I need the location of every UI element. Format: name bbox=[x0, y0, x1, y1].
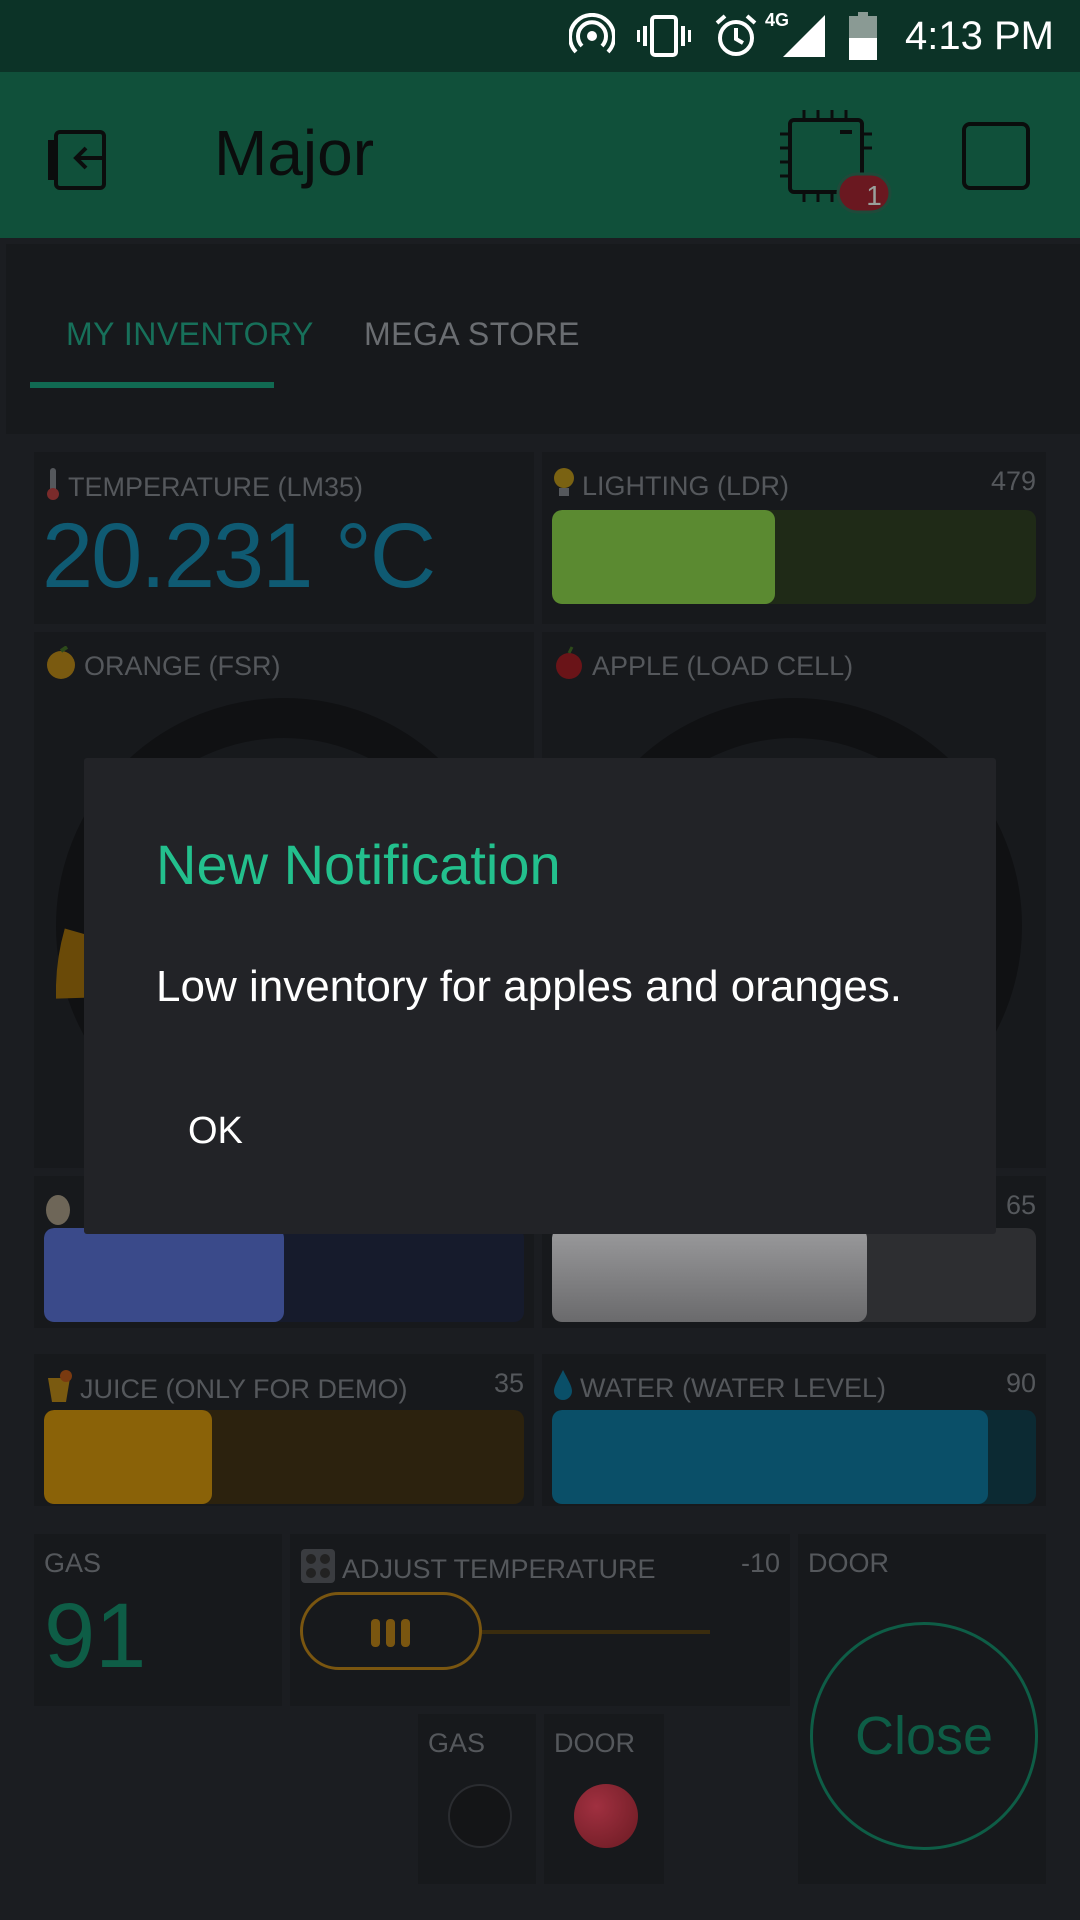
network-type: 4G bbox=[765, 10, 790, 30]
status-time: 4:13 PM bbox=[905, 13, 1054, 58]
battery-icon bbox=[849, 12, 878, 60]
signal-icon: 4G bbox=[765, 10, 827, 60]
notification-dialog: New Notification Low inventory for apple… bbox=[84, 758, 996, 1234]
status-bar: 4G 4:13 PM bbox=[0, 0, 1080, 72]
vibrate-icon bbox=[637, 12, 692, 60]
dialog-title: New Notification bbox=[156, 833, 561, 896]
alarm-icon bbox=[713, 12, 759, 60]
app-screen: 4G 4:13 PM Major 1 MY INVENTORY MEGA STO… bbox=[0, 0, 1080, 1920]
device-badge-count: 1 bbox=[866, 180, 882, 211]
chip-icon[interactable]: 1 bbox=[776, 106, 894, 218]
hotspot-icon bbox=[569, 12, 616, 60]
dialog-message: Low inventory for apples and oranges. bbox=[156, 962, 903, 1011]
page-title: Major bbox=[214, 117, 375, 189]
back-exit-icon[interactable] bbox=[46, 120, 122, 196]
app-bar: Major 1 bbox=[0, 72, 1080, 238]
ok-button[interactable]: OK bbox=[188, 1110, 243, 1153]
square-icon[interactable] bbox=[962, 122, 1030, 190]
